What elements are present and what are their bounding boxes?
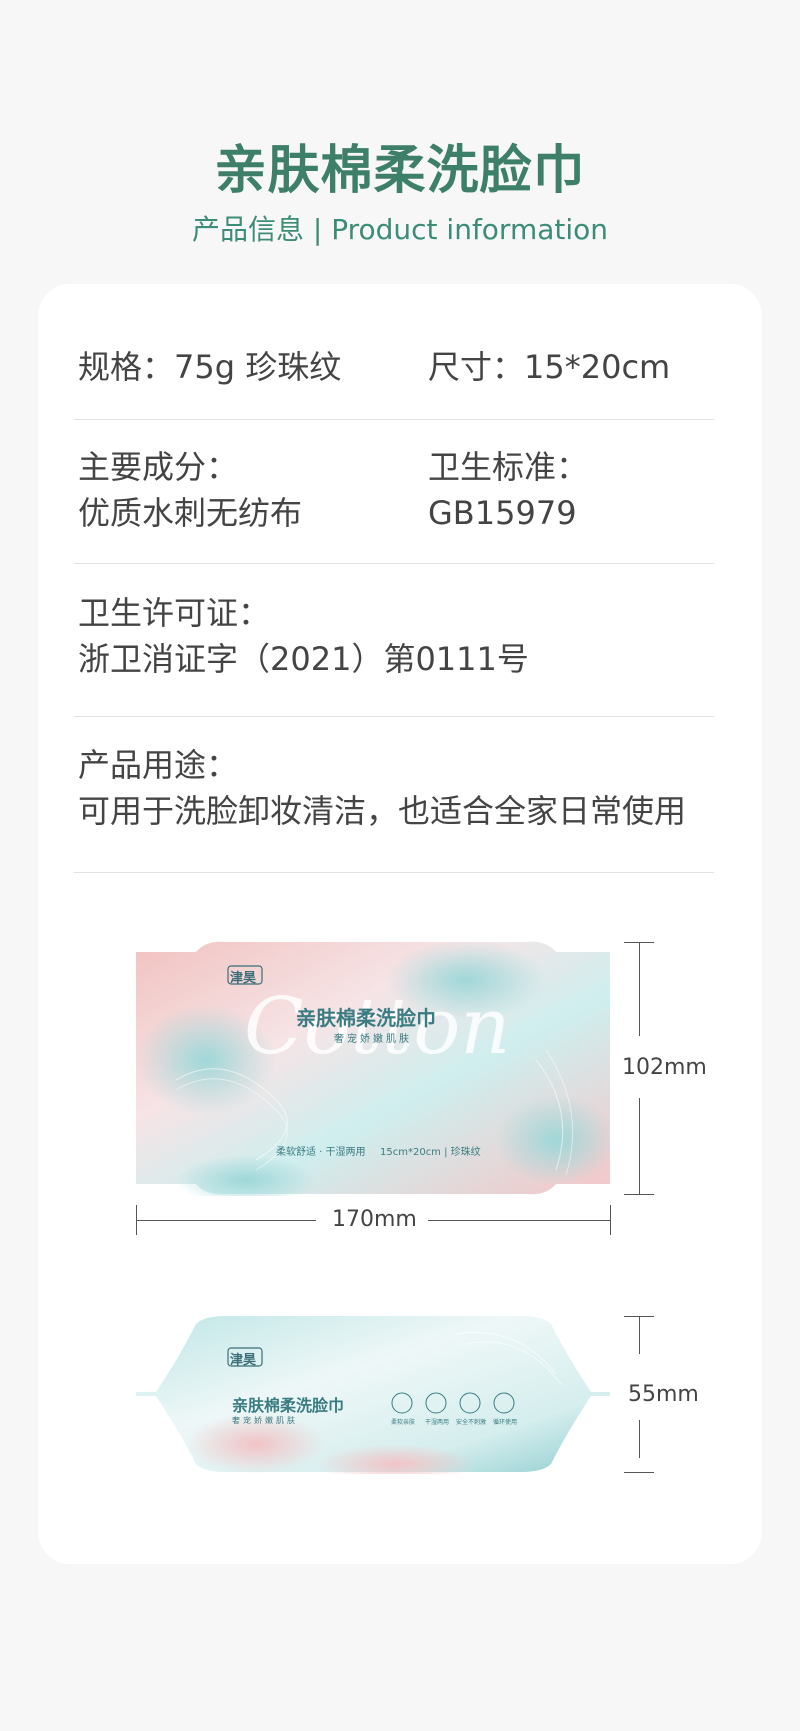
ingredient-item: 主要成分： 优质水刺无纺布 <box>78 444 302 536</box>
spec-item: 规格：75g 珍珠纹 <box>78 344 341 390</box>
page-subtitle: 产品信息 | Product information <box>191 213 609 246</box>
ingredient-label: 主要成分： <box>78 448 239 486</box>
height-dim-bottom-tick <box>624 1194 654 1195</box>
package-front-name: 亲肤棉柔洗脸巾 <box>296 1006 436 1030</box>
standard-value: GB15979 <box>428 494 577 532</box>
package-height-label: 102mm <box>622 1055 707 1080</box>
package-side-graphic <box>136 1316 610 1484</box>
package-depth-label: 55mm <box>628 1382 699 1407</box>
size-label: 尺寸： <box>428 348 525 386</box>
license-item: 卫生许可证： 浙卫消证字（2021）第0111号 <box>78 590 529 682</box>
package-front-image: 津昊 Cotton 亲肤棉柔洗脸巾 奢宠娇嫩肌肤 柔软舒适 · 干湿两用 15c… <box>136 940 616 1205</box>
divider <box>74 563 714 564</box>
package-side-slogan: 奢宠娇嫩肌肤 <box>232 1416 298 1425</box>
package-side-icon-label: 循环使用 <box>492 1419 517 1426</box>
product-info-card: 规格：75g 珍珠纹 尺寸：15*20cm 主要成分： 优质水刺无纺布 卫生标准… <box>38 284 762 1564</box>
usage-label: 产品用途： <box>78 746 239 784</box>
license-value: 浙卫消证字（2021）第0111号 <box>78 640 529 678</box>
usage-item: 产品用途： 可用于洗脸卸妆清洁，也适合全家日常使用 <box>78 742 686 834</box>
package-side-brand: 津昊 <box>230 1353 257 1368</box>
width-dim-line-left <box>136 1220 316 1221</box>
depth-dim-bottom-tick <box>624 1472 654 1473</box>
package-side-icon-label: 柔软亲肤 <box>390 1419 415 1426</box>
package-side-icon-label: 安全不刺激 <box>455 1419 486 1426</box>
page-title: 亲肤棉柔洗脸巾 <box>214 141 586 201</box>
package-width-label: 170mm <box>332 1207 417 1232</box>
package-side-icon-label: 干湿两用 <box>424 1419 449 1426</box>
size-value: 15*20cm <box>524 348 671 386</box>
width-dim-right-tick <box>610 1205 611 1235</box>
standard-item: 卫生标准： GB15979 <box>428 444 588 536</box>
license-label: 卫生许可证： <box>78 594 271 632</box>
divider <box>74 716 714 717</box>
package-front-slogan: 奢宠娇嫩肌肤 <box>334 1034 412 1045</box>
package-side-name: 亲肤棉柔洗脸巾 <box>232 1396 345 1415</box>
divider <box>74 419 714 420</box>
spec-value: 75g 珍珠纹 <box>174 348 342 386</box>
package-side-image: 津昊 亲肤棉柔洗脸巾 奢宠娇嫩肌肤 柔软亲肤 干湿两用 安全不刺激 循环使用 <box>136 1314 610 1484</box>
spec-label: 规格： <box>78 348 175 386</box>
width-dim-line-right <box>428 1220 610 1221</box>
ingredient-value: 优质水刺无纺布 <box>78 494 303 532</box>
usage-value: 可用于洗脸卸妆清洁，也适合全家日常使用 <box>78 792 687 830</box>
depth-dim-line-bottom <box>639 1420 640 1458</box>
height-dim-line-bottom <box>639 1098 640 1194</box>
height-dim-line-top <box>639 942 640 1036</box>
depth-dim-line-top <box>639 1316 640 1354</box>
package-front-features: 柔软舒适 · 干湿两用 <box>276 1147 366 1158</box>
size-item: 尺寸：15*20cm <box>428 344 670 390</box>
package-front-size: 15cm*20cm | 珍珠纹 <box>380 1147 481 1158</box>
standard-label: 卫生标准： <box>428 448 589 486</box>
divider <box>74 872 714 873</box>
